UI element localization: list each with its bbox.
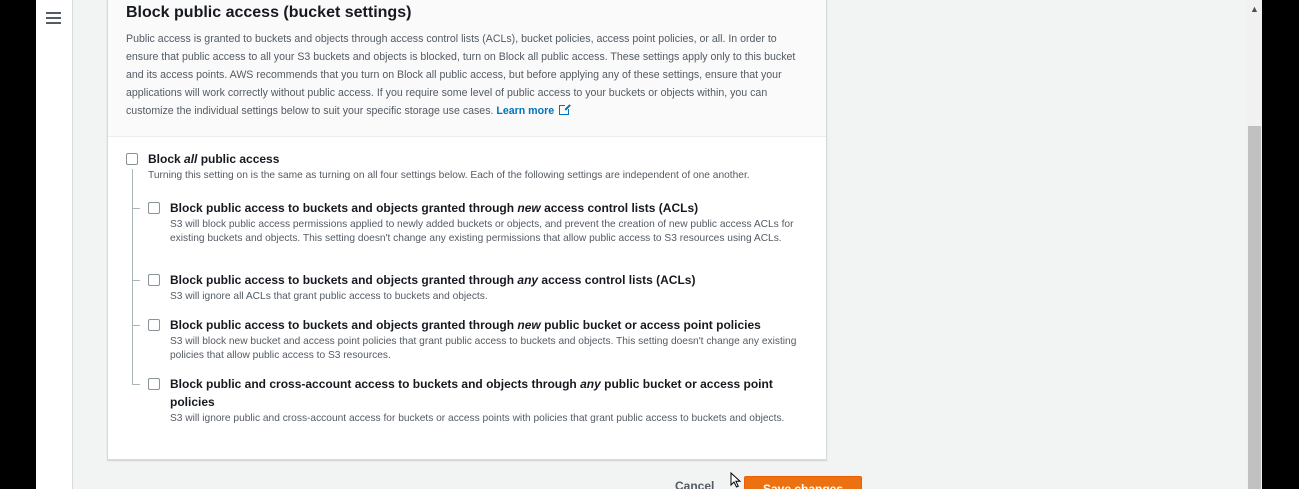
browser-viewport: Block public access (bucket settings) Pu…	[36, 0, 1262, 489]
left-navigation-rail	[36, 0, 73, 489]
block-all-description: Turning this setting on is the same as t…	[148, 170, 750, 181]
block-any-policies-title: Block public and cross-account access to…	[170, 377, 773, 409]
block-any-acls-description: S3 will ignore all ACLs that grant publi…	[170, 291, 488, 302]
panel-title: Block public access (bucket settings)	[126, 4, 412, 21]
tree-branch	[132, 208, 140, 209]
main-content: Block public access (bucket settings) Pu…	[73, 0, 1247, 489]
mouse-pointer-icon	[730, 472, 742, 488]
tree-branch	[132, 325, 140, 326]
panel-header: Block public access (bucket settings) Pu…	[108, 0, 826, 137]
vertical-scrollbar[interactable]: ▲	[1247, 0, 1262, 489]
learn-more-link[interactable]: Learn more	[496, 103, 572, 117]
block-new-acls-checkbox[interactable]	[148, 202, 160, 214]
block-all-title: Block all public access	[148, 152, 280, 166]
block-all-checkbox[interactable]	[126, 153, 138, 165]
scroll-up-arrow-icon[interactable]: ▲	[1250, 4, 1259, 14]
tree-connector-line	[132, 169, 133, 385]
block-new-policies-checkbox[interactable]	[148, 319, 160, 331]
block-any-policies-description: S3 will ignore public and cross-account …	[170, 413, 785, 424]
block-new-acls-description: S3 will block public access permissions …	[170, 219, 794, 244]
block-any-policies-checkbox[interactable]	[148, 378, 160, 390]
block-new-acls-title: Block public access to buckets and objec…	[170, 201, 699, 215]
scrollbar-thumb[interactable]	[1248, 126, 1261, 489]
external-link-icon	[559, 103, 572, 115]
tree-branch	[132, 384, 140, 385]
block-public-access-panel: Block public access (bucket settings) Pu…	[107, 0, 827, 460]
hamburger-menu-icon[interactable]	[46, 12, 61, 26]
block-new-policies-title: Block public access to buckets and objec…	[170, 318, 761, 332]
panel-description: Public access is granted to buckets and …	[126, 30, 808, 120]
block-any-acls-title: Block public access to buckets and objec…	[170, 273, 696, 287]
block-public-access-options: Block all public access Turning this set…	[108, 137, 826, 424]
block-any-acls-checkbox[interactable]	[148, 274, 160, 286]
learn-more-label: Learn more	[496, 105, 555, 117]
save-changes-button[interactable]: Save changes	[744, 476, 862, 489]
tree-branch	[132, 280, 140, 281]
block-new-policies-description: S3 will block new bucket and access poin…	[170, 336, 797, 361]
panel-description-text: Public access is granted to buckets and …	[126, 33, 796, 117]
cancel-button[interactable]: Cancel	[675, 479, 714, 489]
